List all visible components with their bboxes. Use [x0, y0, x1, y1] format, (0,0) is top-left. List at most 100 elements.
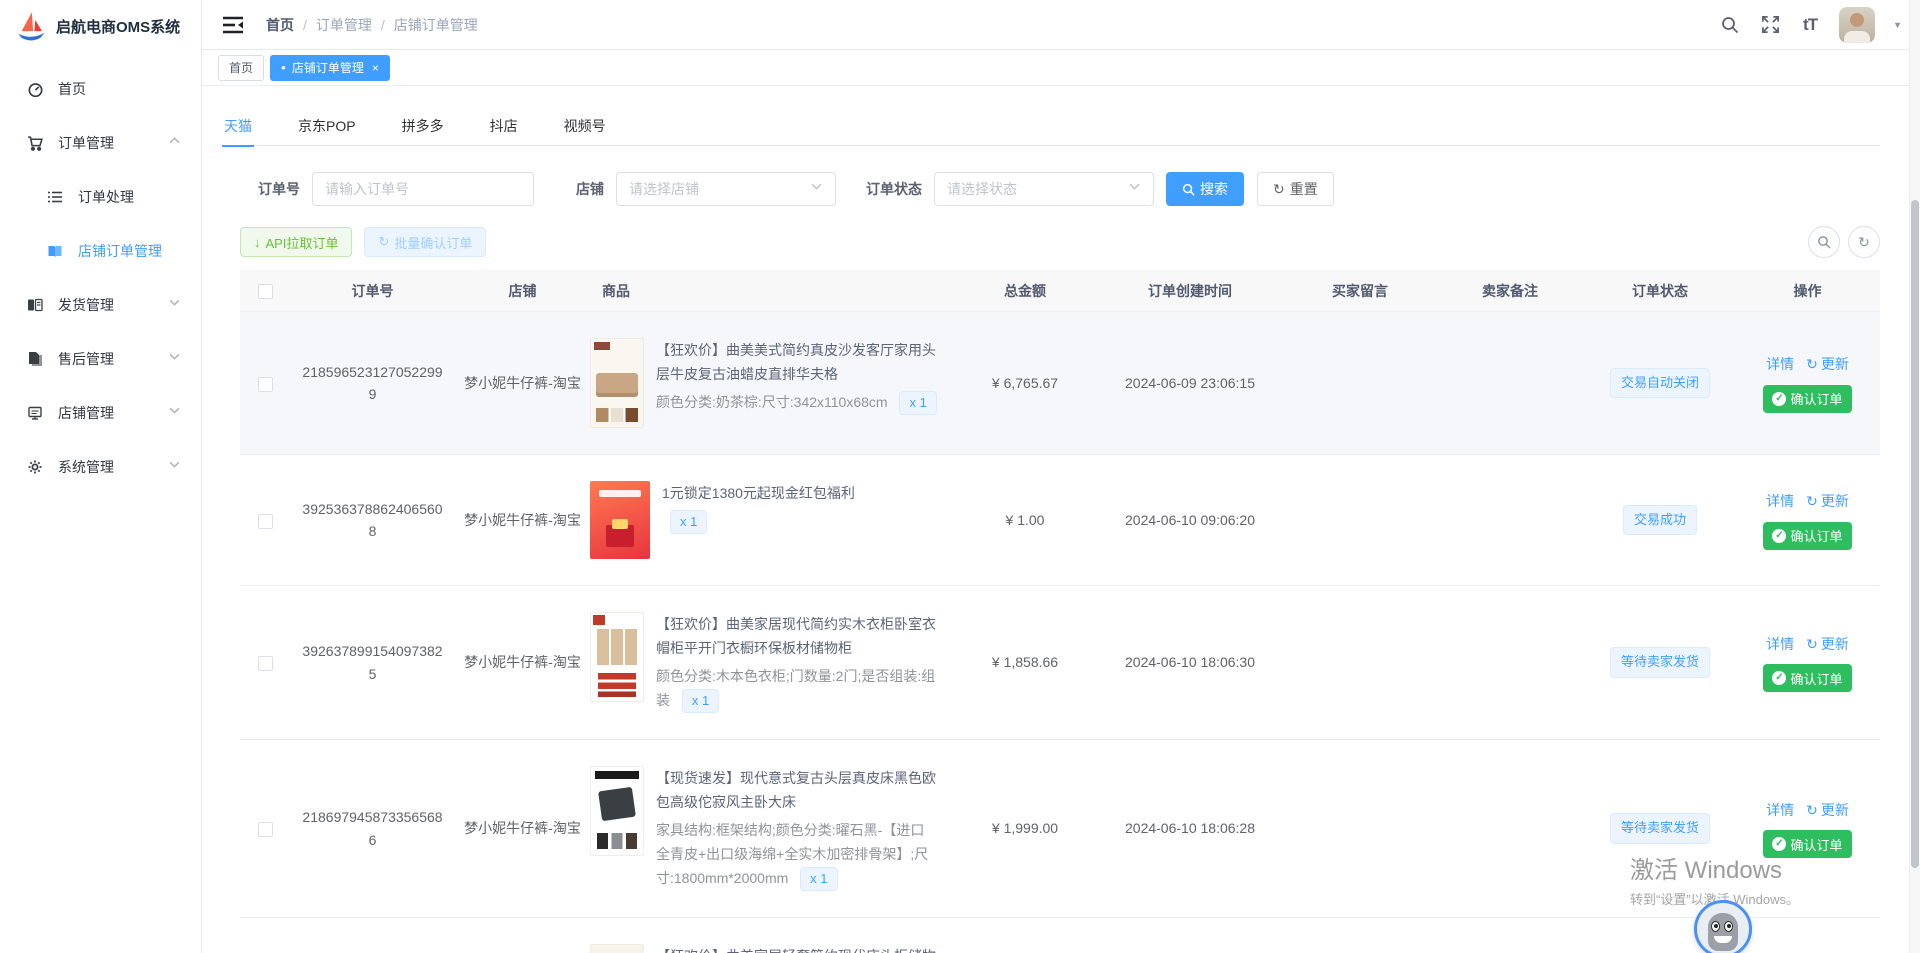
- sidebar-item-shop-mgmt[interactable]: 店铺管理: [0, 386, 201, 440]
- update-link[interactable]: ↻更新: [1806, 633, 1849, 655]
- col-amount: 总金额: [955, 281, 1095, 301]
- confirm-order-button[interactable]: ✓ 确认订单: [1763, 830, 1851, 858]
- row-checkbox[interactable]: [258, 822, 273, 837]
- table-refresh-icon[interactable]: ↻: [1848, 226, 1880, 258]
- chevron-up-icon: [169, 137, 181, 149]
- search-button[interactable]: 搜索: [1166, 172, 1244, 206]
- product-cell: 1元锁定1380元起现金红包福利 x 1: [590, 481, 955, 559]
- user-avatar[interactable]: [1839, 7, 1875, 43]
- total-amount: ¥ 1.00: [955, 509, 1095, 531]
- sidebar-item-order-mgmt[interactable]: 订单管理: [0, 116, 201, 170]
- product-title[interactable]: 【现货速发】现代意式复古头层真皮床黑色欧包高级佗寂风主卧大床: [656, 766, 937, 814]
- tag-home[interactable]: 首页: [218, 55, 264, 81]
- breadcrumb-home[interactable]: 首页: [266, 15, 294, 35]
- row-checkbox[interactable]: [258, 514, 273, 529]
- table-search-icon[interactable]: [1808, 226, 1840, 258]
- order-status-select[interactable]: 请选择状态: [934, 172, 1154, 206]
- documents-icon: [26, 350, 44, 368]
- search-icon[interactable]: [1719, 14, 1741, 36]
- detail-link[interactable]: 详情: [1766, 490, 1794, 512]
- update-link[interactable]: ↻更新: [1806, 353, 1849, 375]
- tab-jd-pop[interactable]: 京东POP: [296, 106, 358, 146]
- status-badge: 等待卖家发货: [1610, 813, 1710, 844]
- shop-select[interactable]: 请选择店铺: [616, 172, 836, 206]
- confirm-order-button[interactable]: ✓ 确认订单: [1763, 385, 1851, 413]
- col-seller-note: 卖家备注: [1435, 281, 1585, 301]
- content: 天猫 京东POP 拼多多 抖店 视频号 订单号 店铺 请选择店铺 订单状态 请选…: [202, 86, 1920, 953]
- sidebar-collapse-icon[interactable]: [222, 15, 244, 35]
- close-icon[interactable]: ×: [372, 61, 379, 75]
- order-number: 3925363788624065608: [290, 498, 455, 543]
- tab-tmall[interactable]: 天猫: [222, 106, 254, 146]
- user-menu-caret-icon[interactable]: ▼: [1893, 20, 1902, 30]
- tag-label: 店铺订单管理: [292, 59, 364, 76]
- tab-shipinhao[interactable]: 视频号: [562, 106, 608, 146]
- total-amount: ¥ 1,858.66: [955, 651, 1095, 673]
- detail-link[interactable]: 详情: [1766, 633, 1794, 655]
- status-badge: 交易成功: [1623, 505, 1697, 536]
- chevron-down-icon: [169, 461, 181, 473]
- product-title[interactable]: 【狂欢价】曲美家居现代简约实木衣柜卧室衣帽柜平开门衣橱环保板材储物柜: [656, 612, 937, 660]
- product-title[interactable]: 【狂欢价】曲美家居轻奢简约现代床头柜储物双抽床边柜皮质卧室置物储藏柜: [656, 944, 937, 953]
- sidebar-item-order-process[interactable]: 订单处理: [0, 170, 201, 224]
- reset-button[interactable]: ↻ 重置: [1257, 172, 1334, 206]
- sidebar-item-shipping-mgmt[interactable]: 发货管理: [0, 278, 201, 332]
- order-number: 2186979458733565686: [290, 806, 455, 851]
- table-header: 订单号 店铺 商品 总金额 订单创建时间 买家留言 卖家备注 订单状态 操作: [240, 270, 1880, 312]
- storefront-icon: [26, 404, 44, 422]
- table-body: 2185965231270522999 梦小妮牛仔裤-淘宝 【狂欢价】曲美美式简…: [240, 312, 1880, 953]
- refresh-icon: ↻: [1806, 353, 1818, 375]
- row-checkbox[interactable]: [258, 377, 273, 392]
- table-row: 21695163267564979 梦小妮牛仔裤-淘宝 【狂欢价】曲美家居轻奢简…: [240, 918, 1880, 953]
- confirm-order-button[interactable]: ✓ 确认订单: [1763, 522, 1851, 550]
- api-pull-orders-button[interactable]: ↓ API拉取订单: [240, 227, 352, 257]
- order-no-input[interactable]: [312, 172, 534, 206]
- order-no-label: 订单号: [258, 179, 300, 199]
- col-status: 订单状态: [1585, 281, 1735, 301]
- table-row: 2186979458733565686 梦小妮牛仔裤-淘宝 【现货速发】现代意式…: [240, 740, 1880, 918]
- fullscreen-icon[interactable]: [1759, 14, 1781, 36]
- font-size-icon[interactable]: tT: [1799, 14, 1821, 36]
- confirm-order-button[interactable]: ✓ 确认订单: [1763, 664, 1851, 692]
- col-actions: 操作: [1735, 281, 1880, 301]
- main-area: 首页 / 订单管理 / 店铺订单管理 tT ▼: [202, 0, 1920, 953]
- detail-link[interactable]: 详情: [1766, 353, 1794, 375]
- row-checkbox[interactable]: [258, 656, 273, 671]
- tag-shop-order-mgmt[interactable]: ● 店铺订单管理 ×: [270, 55, 390, 81]
- select-all-checkbox[interactable]: [258, 284, 273, 299]
- chevron-down-icon: [169, 407, 181, 419]
- created-time: 2024-06-09 23:06:15: [1095, 372, 1285, 394]
- breadcrumb-separator: /: [303, 17, 307, 33]
- sidebar-item-home[interactable]: 首页: [0, 62, 201, 116]
- scrollbar-thumb[interactable]: [1911, 200, 1919, 868]
- update-link[interactable]: ↻更新: [1806, 490, 1849, 512]
- topbar: 首页 / 订单管理 / 店铺订单管理 tT ▼: [202, 0, 1920, 50]
- app-logo-sailboat-icon: [14, 9, 48, 43]
- chat-assistant-float-icon[interactable]: [1694, 900, 1752, 953]
- select-all-cell: [240, 282, 290, 299]
- product-cell: 【现货速发】现代意式复古头层真皮床黑色欧包高级佗寂风主卧大床 家具结构:框架结构…: [590, 766, 955, 891]
- active-dot-icon: ●: [281, 64, 286, 72]
- tab-pinduoduo[interactable]: 拼多多: [400, 106, 446, 146]
- batch-confirm-orders-button[interactable]: ↻ 批量确认订单: [364, 227, 486, 257]
- col-buyer-note: 买家留言: [1285, 281, 1435, 301]
- breadcrumb-order-mgmt[interactable]: 订单管理: [316, 15, 372, 35]
- col-order-no: 订单号: [290, 281, 455, 301]
- sidebar-item-system-mgmt[interactable]: 系统管理: [0, 440, 201, 494]
- table-tools: ↻: [1808, 226, 1880, 258]
- book-icon: [46, 242, 64, 260]
- tab-douyin[interactable]: 抖店: [488, 106, 520, 146]
- total-amount: ¥ 6,765.67: [955, 372, 1095, 394]
- product-cell: 【狂欢价】曲美家居现代简约实木衣柜卧室衣帽柜平开门衣橱环保板材储物柜 颜色分类:…: [590, 612, 955, 713]
- detail-link[interactable]: 详情: [1766, 799, 1794, 821]
- cart-icon: [26, 134, 44, 152]
- update-link[interactable]: ↻更新: [1806, 799, 1849, 821]
- refresh-icon: ↻: [1806, 799, 1818, 821]
- sidebar-item-shop-order-mgmt[interactable]: 店铺订单管理: [0, 224, 201, 278]
- orders-table: 订单号 店铺 商品 总金额 订单创建时间 买家留言 卖家备注 订单状态 操作 2…: [240, 270, 1880, 953]
- product-title[interactable]: 1元锁定1380元起现金红包福利: [662, 481, 937, 505]
- status-badge: 等待卖家发货: [1610, 647, 1710, 678]
- product-thumb: [590, 944, 644, 953]
- sidebar-item-aftersale-mgmt[interactable]: 售后管理: [0, 332, 201, 386]
- product-title[interactable]: 【狂欢价】曲美美式简约真皮沙发客厅家用头层牛皮复古油蜡皮直排华夫格: [656, 338, 937, 386]
